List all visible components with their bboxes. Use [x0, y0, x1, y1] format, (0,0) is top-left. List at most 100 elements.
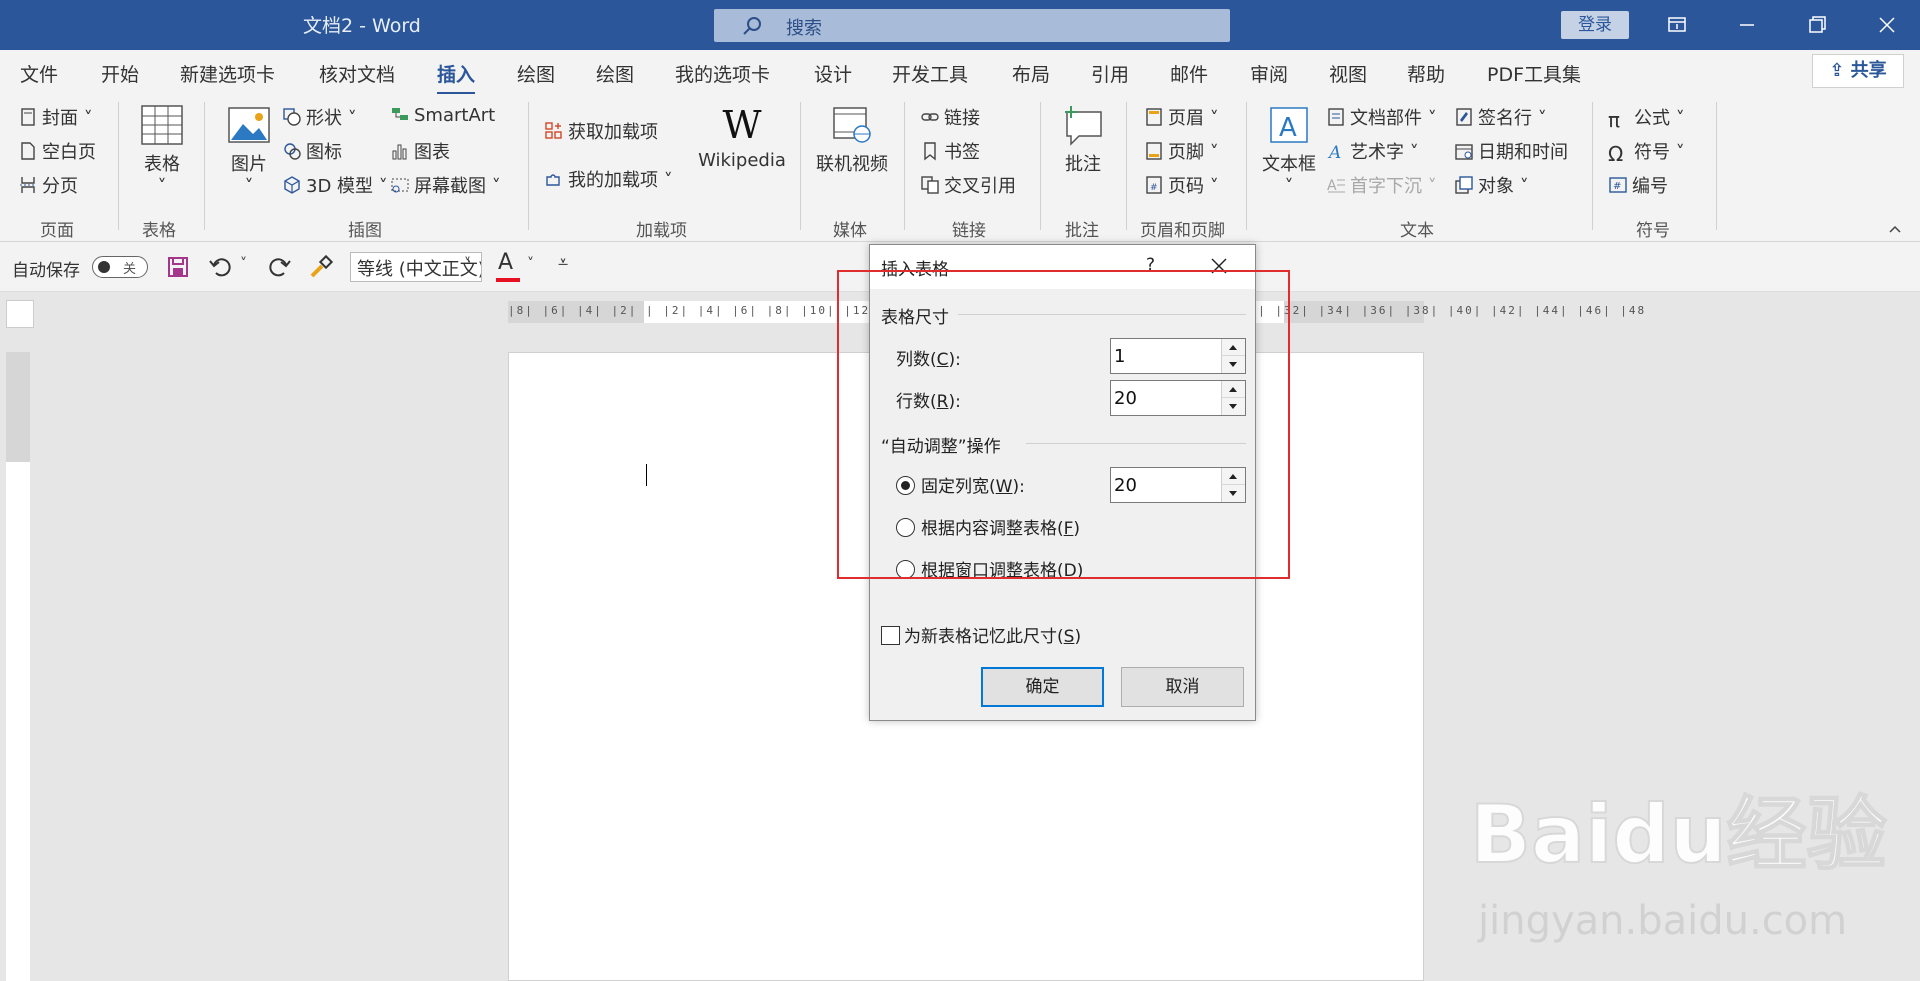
- restore-icon[interactable]: [1800, 10, 1834, 40]
- date-time-button[interactable]: 日期和时间: [1454, 138, 1568, 164]
- symbol-button[interactable]: Ω 符号 ˅: [1608, 138, 1685, 166]
- tab-new-tab[interactable]: 新建选项卡: [180, 60, 275, 87]
- footer-button[interactable]: 页脚 ˅: [1144, 138, 1219, 164]
- toggle-state: 关: [123, 262, 137, 277]
- signature-line-button[interactable]: 签名行 ˅: [1454, 104, 1547, 130]
- equation-button[interactable]: π 公式 ˅: [1608, 104, 1685, 132]
- tab-references[interactable]: 引用: [1091, 60, 1129, 87]
- separator: [204, 102, 205, 230]
- close-window-icon[interactable]: [1870, 10, 1904, 40]
- chart-icon: [392, 144, 407, 160]
- screenshot-button[interactable]: 屏幕截图 ˅: [390, 172, 501, 198]
- collapse-ribbon-icon[interactable]: [1888, 222, 1902, 236]
- bookmark-button[interactable]: 书签: [920, 138, 980, 164]
- font-name-box[interactable]: 等线 (中文正文): [350, 252, 482, 282]
- footer-label: 页脚: [1168, 142, 1204, 163]
- blank-page-icon: [21, 142, 35, 160]
- wikipedia-icon: W: [722, 103, 762, 147]
- share-button[interactable]: ⇪ 共享: [1812, 54, 1904, 88]
- redo-icon[interactable]: [266, 255, 292, 279]
- wikipedia-button[interactable]: W Wikipedia: [696, 104, 788, 171]
- wordart-icon: A: [1327, 143, 1341, 161]
- quick-parts-button[interactable]: 文档部件 ˅: [1326, 104, 1437, 130]
- tab-mailings[interactable]: 邮件: [1170, 60, 1208, 87]
- ok-button[interactable]: 确定: [981, 667, 1104, 707]
- link-button[interactable]: 链接: [920, 104, 980, 130]
- page-number-button[interactable]: # 页码 ˅: [1144, 172, 1219, 198]
- picture-label: 图片: [231, 154, 267, 175]
- tab-review[interactable]: 审阅: [1250, 60, 1288, 87]
- tab-help[interactable]: 帮助: [1407, 60, 1445, 87]
- chart-button[interactable]: 图表: [390, 138, 450, 164]
- font-dropdown-icon[interactable]: ˅: [464, 256, 471, 272]
- ribbon-display-icon[interactable]: [1660, 10, 1694, 40]
- group-label-illustrations: 插图: [348, 221, 382, 241]
- customize-qat-icon[interactable]: ⩡: [558, 252, 568, 273]
- tab-view[interactable]: 视图: [1329, 60, 1367, 87]
- my-addins-button[interactable]: 我的加载项 ˅: [544, 166, 673, 192]
- tab-selector[interactable]: [6, 300, 34, 328]
- tab-developer[interactable]: 开发工具: [892, 60, 968, 87]
- login-button[interactable]: 登录: [1561, 11, 1629, 39]
- wordart-label: 艺术字: [1350, 142, 1404, 163]
- blank-page-label: 空白页: [42, 142, 96, 163]
- cover-page-button[interactable]: 封面 ˅: [18, 104, 93, 130]
- chart-label: 图表: [414, 142, 450, 163]
- tab-insert[interactable]: 插入: [437, 60, 476, 95]
- shapes-button[interactable]: 形状 ˅: [282, 104, 357, 130]
- wikipedia-label: Wikipedia: [698, 150, 786, 171]
- blank-page-button[interactable]: 空白页: [18, 138, 96, 164]
- tab-pdf-tools[interactable]: PDF工具集: [1487, 60, 1581, 87]
- save-icon[interactable]: [166, 255, 190, 279]
- numbering-button[interactable]: # 编号: [1608, 172, 1668, 198]
- page-break-button[interactable]: 分页: [18, 172, 78, 198]
- cross-reference-label: 交叉引用: [944, 176, 1016, 197]
- textbox-button[interactable]: A 文本框 ˅: [1258, 104, 1320, 197]
- header-button[interactable]: 页眉 ˅: [1144, 104, 1219, 130]
- get-addins-button[interactable]: 获取加载项: [544, 118, 658, 144]
- page-number-icon: #: [1146, 176, 1162, 194]
- quick-parts-icon: [1328, 108, 1344, 126]
- minimize-icon[interactable]: [1730, 10, 1764, 40]
- comment-button[interactable]: 批注: [1056, 104, 1110, 176]
- numbering-label: 编号: [1632, 176, 1668, 197]
- autosave-toggle[interactable]: 关: [92, 256, 148, 278]
- table-icon: [141, 105, 183, 145]
- table-button[interactable]: 表格 ˅: [137, 104, 187, 197]
- undo-dropdown-icon[interactable]: ˅: [240, 256, 247, 272]
- online-video-button[interactable]: 联机视频: [814, 104, 890, 176]
- group-label-header-footer: 页眉和页脚: [1140, 221, 1225, 241]
- undo-icon[interactable]: [208, 255, 234, 279]
- title-bar: 文档2 - Word 搜索 登录: [0, 0, 1920, 50]
- remember-size-checkbox[interactable]: 为新表格记忆此尺寸(S): [881, 622, 1081, 647]
- tab-file[interactable]: 文件: [20, 60, 58, 87]
- ribbon: 封面 ˅ 空白页 分页 页面 表格 ˅ 表格 图片 ˅ 形状 ˅ 图标 3D 模型 …: [0, 94, 1920, 242]
- tab-draw-1[interactable]: 绘图: [517, 60, 555, 87]
- font-color-icon[interactable]: A: [498, 250, 513, 275]
- tab-design[interactable]: 设计: [814, 60, 852, 87]
- object-icon: [1455, 176, 1473, 194]
- footer-icon: [1146, 142, 1162, 160]
- 3d-model-button[interactable]: 3D 模型 ˅: [282, 172, 388, 198]
- wordart-button[interactable]: A 艺术字 ˅: [1326, 138, 1419, 164]
- tab-home[interactable]: 开始: [101, 60, 139, 87]
- object-button[interactable]: 对象 ˅: [1454, 172, 1529, 198]
- tab-draw-2[interactable]: 绘图: [596, 60, 634, 87]
- smartart-button[interactable]: SmartArt: [390, 104, 495, 126]
- chevron-down-icon: ˅: [1284, 176, 1294, 197]
- search-box[interactable]: 搜索: [714, 9, 1230, 42]
- tab-layout[interactable]: 布局: [1012, 60, 1050, 87]
- tab-my-tab[interactable]: 我的选项卡: [675, 60, 770, 87]
- tab-proof[interactable]: 核对文档: [319, 60, 395, 87]
- cross-reference-button[interactable]: 交叉引用: [920, 172, 1016, 198]
- separator: [904, 102, 905, 230]
- cancel-button[interactable]: 取消: [1121, 667, 1244, 707]
- link-icon: [921, 113, 939, 121]
- date-time-label: 日期和时间: [1478, 142, 1568, 163]
- format-painter-icon[interactable]: [308, 254, 334, 280]
- picture-button[interactable]: 图片 ˅: [224, 104, 274, 197]
- vertical-ruler[interactable]: [6, 352, 30, 981]
- font-color-dropdown-icon[interactable]: ˅: [527, 256, 534, 272]
- icons-button[interactable]: 图标: [282, 138, 342, 164]
- comment-icon: [1065, 106, 1102, 146]
